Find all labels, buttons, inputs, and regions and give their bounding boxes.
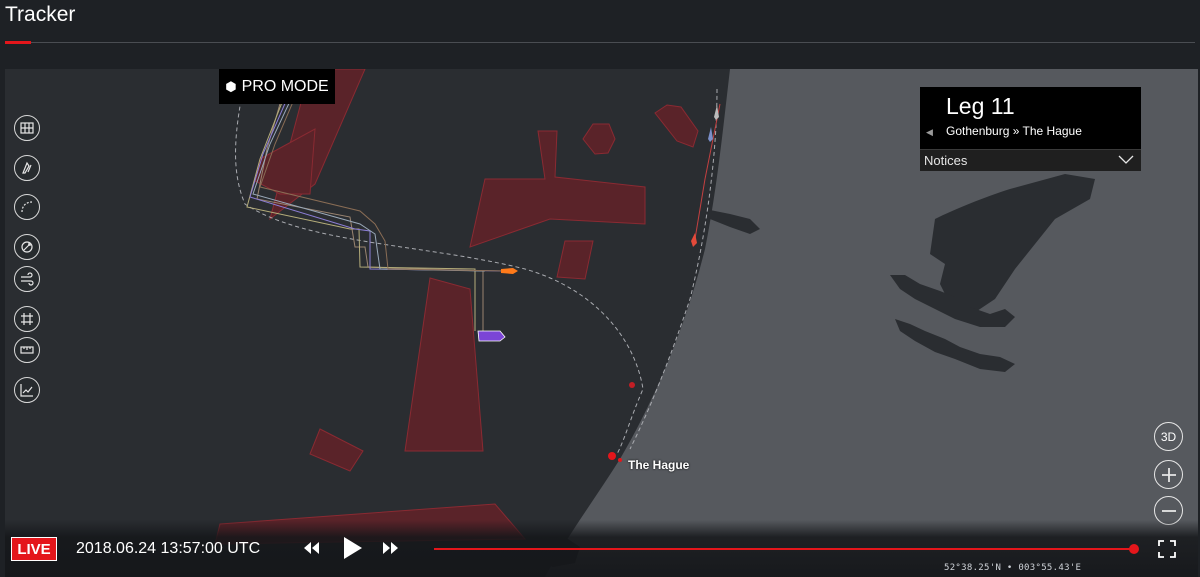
leg-panel: Leg 11 ◀ Gothenburg » The Hague Notices — [920, 87, 1141, 171]
header-accent — [5, 41, 31, 44]
grid-icon — [21, 313, 33, 325]
notices-dropdown[interactable]: Notices — [920, 149, 1141, 171]
header-bar: Tracker — [0, 0, 1200, 69]
header-divider — [5, 42, 1195, 43]
map-layers-button[interactable] — [14, 115, 40, 141]
notices-label: Notices — [924, 153, 968, 168]
boats-icon — [22, 161, 32, 174]
current-button[interactable] — [14, 266, 40, 292]
map-layers-icon — [20, 122, 34, 134]
boat-marker — [477, 330, 506, 342]
restricted-zone — [556, 240, 594, 280]
play-button[interactable] — [342, 535, 364, 566]
course-icon — [21, 201, 33, 213]
fullscreen-button[interactable] — [1158, 540, 1176, 563]
city-label-the-hague: The Hague — [628, 458, 690, 472]
fast-forward-icon — [383, 542, 398, 554]
timeline-handle[interactable] — [1129, 544, 1139, 554]
chart-icon — [20, 384, 33, 397]
rewind-button[interactable] — [302, 540, 320, 561]
3d-label: 3D — [1160, 429, 1177, 444]
cursor-coordinates: 52°38.25'N • 003°55.43'E — [944, 563, 1082, 573]
page-title: Tracker — [5, 3, 76, 26]
restricted-zone — [469, 130, 646, 248]
timeline-slider[interactable] — [434, 548, 1134, 550]
boat-marker — [708, 127, 713, 142]
ruler-icon — [20, 346, 34, 354]
boat-marker — [714, 105, 719, 120]
live-button[interactable]: LIVE — [11, 537, 57, 561]
boat-marker — [501, 268, 518, 274]
chevron-down-icon — [1118, 155, 1134, 164]
current-icon — [21, 272, 34, 286]
minus-icon — [1161, 509, 1176, 512]
waypoint-marker — [629, 382, 635, 388]
wind-icon — [21, 241, 33, 253]
restricted-zone — [309, 428, 364, 472]
zoom-in-button[interactable] — [1154, 460, 1183, 489]
hexagon-icon: ⬢ — [225, 78, 237, 94]
restricted-zone — [404, 277, 484, 452]
live-label: LIVE — [17, 540, 51, 558]
previous-leg-icon[interactable]: ◀ — [926, 127, 933, 138]
restricted-zone — [654, 104, 699, 148]
play-icon — [344, 537, 362, 559]
restricted-zone — [582, 123, 616, 155]
playback-timestamp: 2018.06.24 13:57:00 UTC — [76, 540, 261, 557]
plus-icon — [1161, 467, 1176, 482]
fullscreen-icon — [1158, 540, 1176, 558]
rewind-icon — [304, 542, 319, 554]
wind-button[interactable] — [14, 234, 40, 260]
pro-mode-label: PRO MODE — [241, 77, 329, 95]
finish-marker — [618, 458, 622, 462]
pro-mode-button[interactable]: ⬢ PRO MODE — [219, 69, 335, 104]
fast-forward-button[interactable] — [382, 540, 400, 561]
boats-button[interactable] — [14, 155, 40, 181]
course-button[interactable] — [14, 194, 40, 220]
finish-marker — [608, 452, 616, 460]
grid-button[interactable] — [14, 306, 40, 332]
chart-button[interactable] — [14, 377, 40, 403]
leg-title: Leg 11 — [946, 93, 1015, 119]
3d-toggle-button[interactable]: 3D — [1154, 422, 1183, 451]
leg-route: Gothenburg » The Hague — [946, 124, 1082, 138]
ruler-button[interactable] — [14, 337, 40, 363]
